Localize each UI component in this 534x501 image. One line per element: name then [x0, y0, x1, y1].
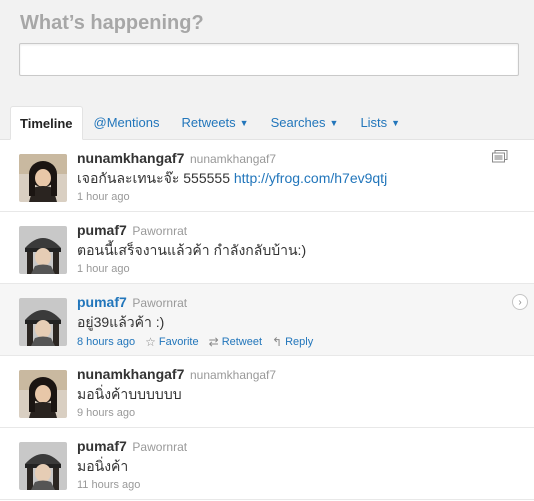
tab-retweets[interactable]: Retweets ▼ [170, 106, 259, 139]
screen-name[interactable]: pumaf7 [77, 294, 127, 310]
tab-lists[interactable]: Lists ▼ [349, 106, 411, 139]
timestamp[interactable]: 9 hours ago [77, 407, 135, 419]
full-name: Pawornrat [132, 440, 188, 454]
photo-icon[interactable] [492, 150, 508, 168]
timestamp[interactable]: 11 hours ago [77, 479, 140, 491]
retweet-button[interactable]: ⇄ Retweet [209, 335, 262, 349]
tweet[interactable]: nunamkhangaf7 nunamkhangaf7 มอนิ่งค้าบบบ… [0, 356, 534, 428]
tweet-text: อยู่39แล้วค้า :) [77, 314, 165, 330]
full-name: nunamkhangaf7 [189, 368, 277, 382]
full-name: nunamkhangaf7 [189, 152, 277, 166]
screen-name[interactable]: pumaf7 [77, 438, 127, 454]
avatar[interactable] [19, 442, 67, 490]
avatar[interactable] [19, 370, 67, 418]
status-input[interactable] [19, 43, 519, 76]
tweet[interactable]: nunamkhangaf7 nunamkhangaf7 เจอกันละเทนะ… [0, 140, 534, 212]
screen-name[interactable]: nunamkhangaf7 [77, 366, 184, 382]
caret-down-icon: ▼ [329, 117, 339, 128]
reply-button[interactable]: ↰ Reply [272, 335, 313, 349]
reply-icon: ↰ [272, 335, 283, 349]
tab-mentions[interactable]: @Mentions [83, 106, 171, 139]
tweet-text: ตอนนี้เสร็จงานแล้วค้า กำลังกลับบ้าน:) [77, 242, 307, 258]
tweet[interactable]: pumaf7 Pawornrat อยู่39แล้วค้า :) 8 hour… [0, 284, 534, 356]
details-arrow-icon[interactable]: › [512, 294, 528, 310]
avatar[interactable] [19, 298, 67, 346]
avatar[interactable] [19, 226, 67, 274]
timeline-tabs: Timeline @Mentions Retweets ▼ Searches ▼ L… [10, 106, 411, 140]
timeline: nunamkhangaf7 nunamkhangaf7 เจอกันละเทนะ… [0, 140, 534, 500]
tweet-text: เจอกันละเทนะจ๊ะ 555555 http://yfrog.com/… [77, 170, 388, 186]
tweet-text: มอนิ่งค้าบบบบบบ [77, 386, 182, 402]
tweet-text: มอนิ่งค้า [77, 458, 129, 474]
favorite-button[interactable]: ☆ Favorite [145, 335, 199, 349]
tweet-link[interactable]: http://yfrog.com/h7ev9qtj [234, 170, 387, 186]
full-name: Pawornrat [132, 296, 188, 310]
retweet-icon: ⇄ [208, 335, 219, 349]
tab-timeline[interactable]: Timeline [10, 106, 83, 140]
compose-area: What’s happening? Timeline @Mentions Ret… [0, 0, 534, 140]
timestamp[interactable]: 1 hour ago [77, 191, 130, 203]
timestamp[interactable]: 8 hours ago [77, 336, 135, 348]
tab-searches[interactable]: Searches ▼ [260, 106, 350, 139]
star-icon: ☆ [145, 335, 156, 349]
screen-name[interactable]: pumaf7 [77, 222, 127, 238]
avatar[interactable] [19, 154, 67, 202]
caret-down-icon: ▼ [391, 117, 401, 128]
full-name: Pawornrat [132, 224, 188, 238]
compose-prompt: What’s happening? [20, 12, 204, 34]
caret-down-icon: ▼ [239, 117, 249, 128]
tweet[interactable]: pumaf7 Pawornrat ตอนนี้เสร็จงานแล้วค้า ก… [0, 212, 534, 284]
screen-name[interactable]: nunamkhangaf7 [77, 150, 184, 166]
timestamp[interactable]: 1 hour ago [77, 263, 130, 275]
tweet[interactable]: pumaf7 Pawornrat มอนิ่งค้า 11 hours ago [0, 428, 534, 500]
